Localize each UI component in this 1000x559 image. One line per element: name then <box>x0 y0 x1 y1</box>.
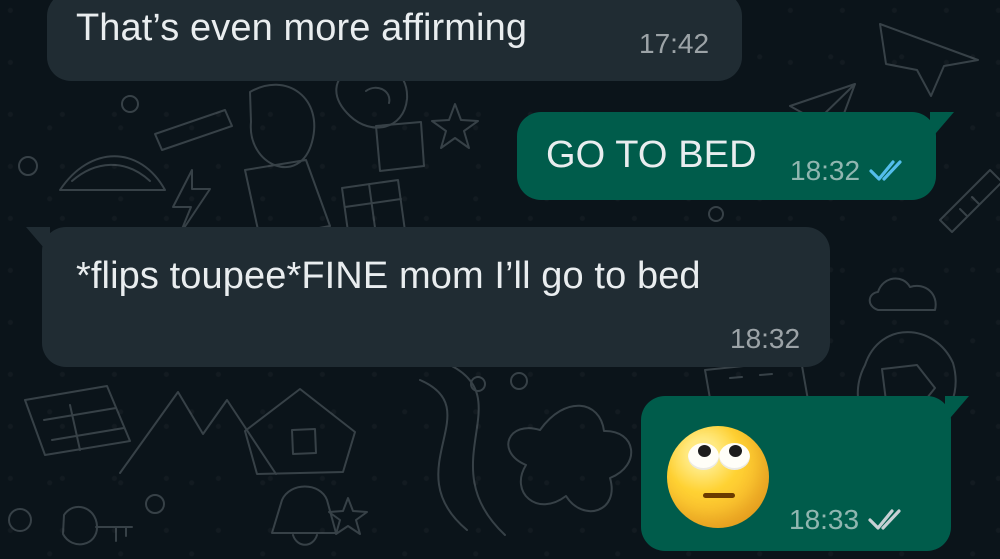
emoji-mouth <box>703 493 735 498</box>
message-time: 18:32 <box>730 323 801 354</box>
message-text: *flips toupee*FINE mom I’ll go to bed <box>76 255 701 297</box>
message-bubble-3[interactable]: *flips toupee*FINE mom I’ll go to bed 18… <box>26 227 830 367</box>
doodle-ruler-icon <box>939 169 1000 233</box>
doodle-airplane-icon <box>879 23 979 97</box>
double-check-read-icon <box>869 160 902 181</box>
message-bubble-2[interactable]: GO TO BED 18:32 <box>517 112 954 200</box>
doodle-house-icon <box>244 388 356 475</box>
chat-window: That’s even more affirming 17:42 GO TO B… <box>0 0 1000 559</box>
doodle-circle-icon <box>470 376 486 392</box>
doodle-square-icon <box>375 121 425 172</box>
doodle-star-icon <box>328 497 368 535</box>
doodle-person-icon <box>244 83 331 240</box>
message-tail-outgoing <box>945 396 969 424</box>
doodle-star-icon <box>431 103 479 149</box>
message-meta: 18:32 <box>790 155 909 187</box>
message-text: That’s even more affirming <box>76 7 528 49</box>
message-bubble-4[interactable]: 18:33 <box>641 396 969 551</box>
emoji-left-eye <box>688 443 719 470</box>
doodle-circle-icon <box>145 494 165 514</box>
doodle-taco-icon <box>59 155 166 191</box>
message-meta: 18:33 <box>789 504 908 536</box>
doodle-circle-icon <box>18 156 38 176</box>
double-check-delivered-icon <box>868 509 901 530</box>
doodle-circle-icon <box>121 95 139 113</box>
doodle-lightning-icon <box>172 169 211 235</box>
message-tail-incoming <box>26 227 50 255</box>
emoji-right-eye <box>719 443 750 470</box>
message-time: 17:42 <box>639 28 710 59</box>
face-with-rolling-eyes-emoji <box>667 426 769 528</box>
doodle-flower-icon <box>507 404 633 513</box>
message-meta: 18:32 <box>730 323 800 355</box>
doodle-bell-icon <box>271 485 337 546</box>
message-tail-outgoing <box>930 112 954 140</box>
emoji-left-pupil <box>698 445 711 457</box>
emoji-right-pupil <box>729 445 742 457</box>
doodle-cloud-icon <box>868 277 937 311</box>
doodle-circle-icon <box>708 206 724 222</box>
message-meta: 17:42 <box>639 28 709 60</box>
doodle-circle-icon <box>510 372 528 390</box>
message-text: GO TO BED <box>546 134 757 176</box>
doodle-key-icon <box>62 505 133 546</box>
doodle-road-icon <box>419 364 506 536</box>
doodle-mountain-icon <box>119 391 277 475</box>
message-time: 18:33 <box>789 504 860 535</box>
message-time: 18:32 <box>790 155 861 186</box>
message-bubble-1[interactable]: That’s even more affirming 17:42 <box>47 0 742 81</box>
doodle-log-cabin-icon <box>24 385 131 456</box>
doodle-circle-icon <box>8 508 32 532</box>
doodle-pencil-icon <box>154 109 233 151</box>
